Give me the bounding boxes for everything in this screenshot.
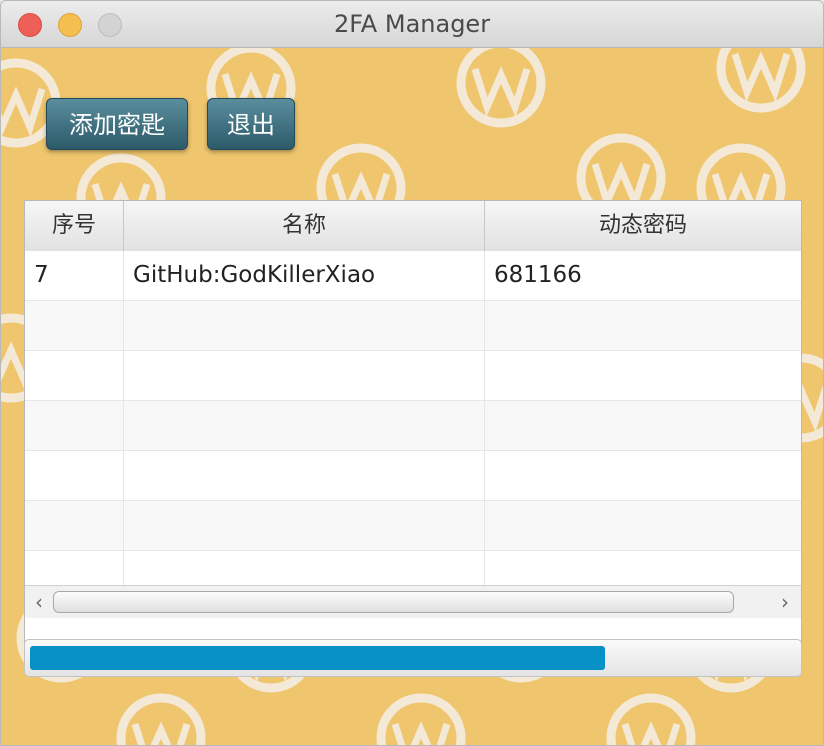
empty-table-row xyxy=(25,401,801,451)
column-header-name[interactable]: 名称 xyxy=(124,201,485,251)
empty-cell xyxy=(25,451,124,500)
empty-cell xyxy=(485,351,801,400)
empty-table-row xyxy=(25,501,801,551)
empty-cell xyxy=(25,301,124,350)
column-header-code[interactable]: 动态密码 xyxy=(485,201,801,251)
empty-cell xyxy=(124,401,485,450)
chevron-left-icon[interactable]: ‹ xyxy=(29,590,49,614)
window-title: 2FA Manager xyxy=(333,10,491,38)
empty-cell xyxy=(124,301,485,350)
empty-cell xyxy=(25,501,124,550)
app-window: 2FA Manager 添加密匙 退出 序号 名称 动态密码 7 GitHub:… xyxy=(0,0,824,746)
progress-fill xyxy=(30,646,605,670)
chevron-right-icon[interactable]: › xyxy=(775,590,795,614)
empty-table-row xyxy=(25,351,801,401)
table-header: 序号 名称 动态密码 xyxy=(25,201,801,252)
empty-cell xyxy=(25,401,124,450)
column-header-index[interactable]: 序号 xyxy=(25,201,124,251)
keys-table: 序号 名称 动态密码 7 GitHub:GodKillerXiao 681166 xyxy=(24,200,802,648)
empty-cell xyxy=(124,501,485,550)
exit-button[interactable]: 退出 xyxy=(207,98,295,150)
cell-code: 681166 xyxy=(494,262,582,288)
empty-cell xyxy=(485,401,801,450)
empty-cell xyxy=(485,301,801,350)
empty-table-row xyxy=(25,301,801,351)
code-expiry-progress-bar xyxy=(24,639,802,677)
empty-cell xyxy=(25,351,124,400)
empty-cell xyxy=(485,501,801,550)
cell-index: 7 xyxy=(25,251,124,300)
main-content: 添加密匙 退出 序号 名称 动态密码 7 GitHub:GodKillerXia… xyxy=(1,48,823,745)
empty-cell xyxy=(124,351,485,400)
title-bar[interactable]: 2FA Manager xyxy=(1,1,823,48)
cell-name: GitHub:GodKillerXiao xyxy=(124,251,485,300)
add-key-button[interactable]: 添加密匙 xyxy=(46,98,188,150)
empty-table-row xyxy=(25,451,801,501)
scrollbar-thumb[interactable] xyxy=(53,591,734,613)
table-row[interactable]: 7 GitHub:GodKillerXiao 681166 xyxy=(25,251,801,301)
empty-cell xyxy=(124,451,485,500)
empty-cell xyxy=(485,451,801,500)
horizontal-scrollbar[interactable]: ‹ › xyxy=(25,585,801,618)
